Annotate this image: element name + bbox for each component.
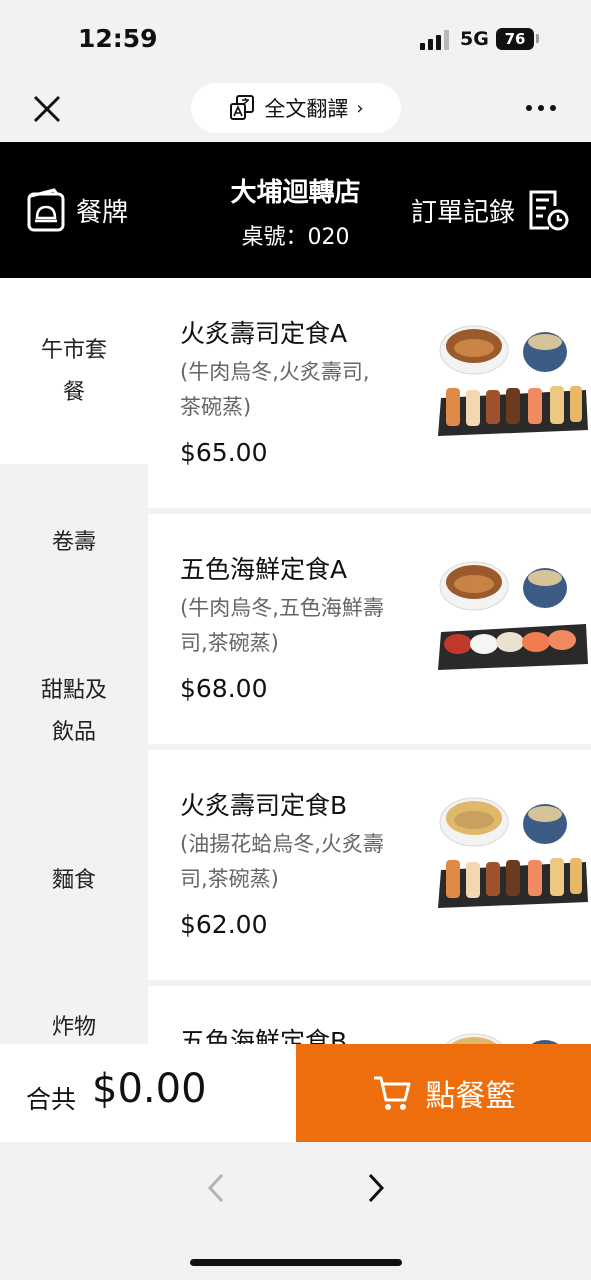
back-icon[interactable] (202, 1170, 232, 1206)
category-sidebar: 午市套 餐 卷壽 甜點及 飲品 麵食 炸物 (0, 278, 148, 1044)
battery-cap (536, 34, 539, 43)
menu-item[interactable]: 五色海鮮定食A (牛肉烏冬,五色海鮮壽司,茶碗蒸) $68.00 (148, 514, 591, 744)
category-label: 卷壽 (51, 530, 96, 555)
browser-nav-bar: 全文翻譯 › (0, 78, 591, 142)
network-type: 5G (460, 28, 489, 50)
category-fried[interactable]: 炸物 (0, 1007, 148, 1044)
item-photo (438, 325, 588, 436)
translate-label: 全文翻譯 (264, 97, 349, 121)
item-photo (445, 1033, 559, 1044)
menu-item[interactable]: 火炙壽司定食A (牛肉烏冬,火炙壽司,茶碗蒸) $65.00 (148, 278, 591, 508)
total-label: 合共 (26, 1085, 77, 1114)
battery-icon: 76 (496, 28, 534, 50)
forward-icon[interactable] (360, 1170, 390, 1206)
item-photo (438, 561, 588, 670)
item-description: (牛肉烏冬,火炙壽司,茶碗蒸) (180, 360, 370, 419)
order-history-icon (529, 190, 569, 231)
item-name: 火炙壽司定食A (180, 319, 348, 348)
total-amount: $0.00 (92, 1066, 207, 1112)
cart-icon (373, 1076, 410, 1110)
item-price: $65.00 (180, 438, 268, 467)
category-rolls[interactable]: 卷壽 (0, 522, 148, 564)
close-icon[interactable] (28, 90, 66, 128)
item-name: 五色海鮮定食B (180, 1027, 348, 1044)
status-bar: 12:59 5G 76 (0, 0, 591, 78)
cart-button[interactable]: 點餐籃 (296, 1044, 591, 1142)
chevron-right-icon: › (356, 97, 364, 119)
signal-icon (420, 30, 452, 50)
translate-button[interactable]: 全文翻譯 › (191, 83, 401, 133)
cart-button-label: 點餐籃 (425, 1079, 516, 1114)
item-description: (油揚花蛤烏冬,火炙壽司,茶碗蒸) (180, 832, 384, 891)
category-label: 炸物 (51, 1015, 96, 1040)
browser-bottom-bar (0, 1142, 591, 1280)
cart-bar: 合共 $0.00 點餐籃 (0, 1044, 591, 1142)
item-price: $68.00 (180, 674, 268, 703)
category-label: 麵食 (51, 868, 96, 893)
category-label: 甜點及 飲品 (40, 678, 107, 745)
menu-content: 午市套 餐 卷壽 甜點及 飲品 麵食 炸物 火炙壽司定食A (牛肉烏冬,火炙壽司… (0, 278, 591, 1044)
status-time: 12:59 (78, 24, 158, 53)
home-indicator (190, 1259, 402, 1266)
category-noodles[interactable]: 麵食 (0, 860, 148, 902)
category-desserts-drinks[interactable]: 甜點及 飲品 (0, 670, 148, 754)
order-history-label: 訂單記錄 (410, 197, 515, 228)
item-name: 火炙壽司定食B (180, 791, 348, 820)
item-name: 五色海鮮定食A (180, 555, 348, 584)
category-label: 午市套 餐 (40, 338, 107, 405)
item-description: (牛肉烏冬,五色海鮮壽司,茶碗蒸) (180, 596, 384, 655)
more-icon[interactable] (526, 100, 562, 116)
menu-item[interactable]: 火炙壽司定食B (油揚花蛤烏冬,火炙壽司,茶碗蒸) $62.00 (148, 750, 591, 980)
shop-header: 餐牌 大埔迴轉店 桌號：020 訂單記錄 (0, 142, 591, 278)
category-lunch-set[interactable]: 午市套 餐 (0, 278, 148, 464)
menu-item[interactable]: 五色海鮮定食B (148, 986, 591, 1044)
translate-icon (230, 95, 255, 120)
order-history-tab[interactable]: 訂單記錄 (411, 188, 569, 232)
item-photo (438, 797, 588, 908)
item-price: $62.00 (180, 910, 268, 939)
